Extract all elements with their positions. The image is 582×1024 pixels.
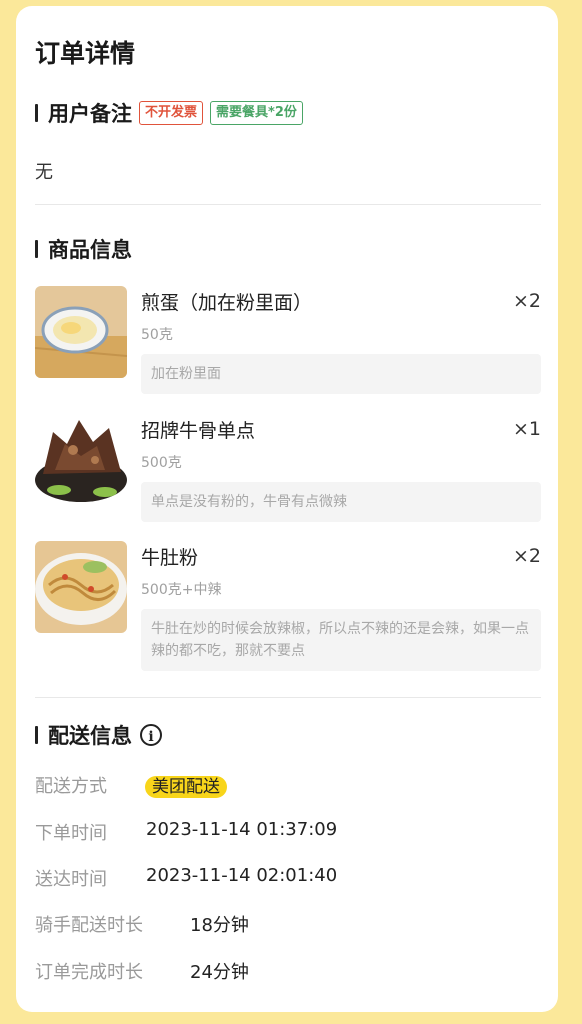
- utensils-tag: 需要餐具*2份: [210, 101, 303, 125]
- tripe-noodle-image: [35, 541, 127, 633]
- delivery-method-badge: 美团配送: [145, 776, 227, 798]
- item-name: 招牌牛骨单点: [141, 420, 256, 442]
- rider-duration-row: 骑手配送时长 18分钟: [35, 911, 249, 937]
- completion-duration-row: 订单完成时长 24分钟: [35, 958, 249, 984]
- user-note-header: 用户备注 不开发票 需要餐具*2份: [35, 98, 303, 128]
- delivery-header: 配送信息 i: [35, 720, 162, 750]
- user-note-title: 用户备注: [48, 102, 132, 126]
- divider: [35, 697, 541, 698]
- goods-header: 商品信息: [35, 234, 132, 264]
- order-detail-card: 订单详情 用户备注 不开发票 需要餐具*2份 无 商品信息 煎蛋（加在粉里面） …: [16, 6, 558, 1012]
- row-value: 2023-11-14 02:01:40: [146, 865, 338, 886]
- item-spec: 50克: [141, 327, 173, 343]
- divider: [35, 204, 541, 205]
- row-label: 下单时间: [35, 823, 107, 844]
- info-icon[interactable]: i: [140, 724, 162, 746]
- item-spec: 500克+中辣: [141, 582, 222, 598]
- section-bar: [35, 726, 38, 744]
- row-label: 配送方式: [35, 776, 107, 797]
- arrival-time-row: 送达时间 2023-11-14 02:01:40: [35, 865, 337, 891]
- item-quantity: ×1: [512, 418, 541, 440]
- item-quantity: ×2: [512, 290, 541, 312]
- item-name: 牛肚粉: [141, 547, 199, 569]
- row-value: 2023-11-14 01:37:09: [146, 819, 338, 840]
- item-remark: 加在粉里面: [141, 354, 541, 394]
- item-remark: 牛肚在炒的时候会放辣椒，所以点不辣的还是会辣，如果一点辣的都不吃，那就不要点: [141, 609, 541, 671]
- row-label: 送达时间: [35, 869, 107, 890]
- section-bar: [35, 240, 38, 258]
- row-label: 骑手配送时长: [35, 915, 143, 936]
- beef-bone-image: [35, 414, 127, 506]
- section-bar: [35, 104, 38, 122]
- item-name: 煎蛋（加在粉里面）: [141, 292, 313, 314]
- no-invoice-tag: 不开发票: [139, 101, 204, 125]
- item-remark: 单点是没有粉的，牛骨有点微辣: [141, 482, 541, 522]
- goods-title: 商品信息: [48, 238, 132, 262]
- row-label: 订单完成时长: [35, 962, 143, 983]
- fried-egg-image: [35, 286, 127, 378]
- delivery-method-row: 配送方式 美团配送: [35, 772, 227, 798]
- row-value: 18分钟: [190, 915, 249, 936]
- delivery-title: 配送信息: [48, 724, 132, 748]
- user-note-text: 无: [35, 162, 53, 183]
- page-title: 订单详情: [35, 39, 136, 68]
- item-quantity: ×2: [512, 545, 541, 567]
- item-spec: 500克: [141, 455, 182, 471]
- order-time-row: 下单时间 2023-11-14 01:37:09: [35, 819, 337, 845]
- row-value: 24分钟: [190, 962, 249, 983]
